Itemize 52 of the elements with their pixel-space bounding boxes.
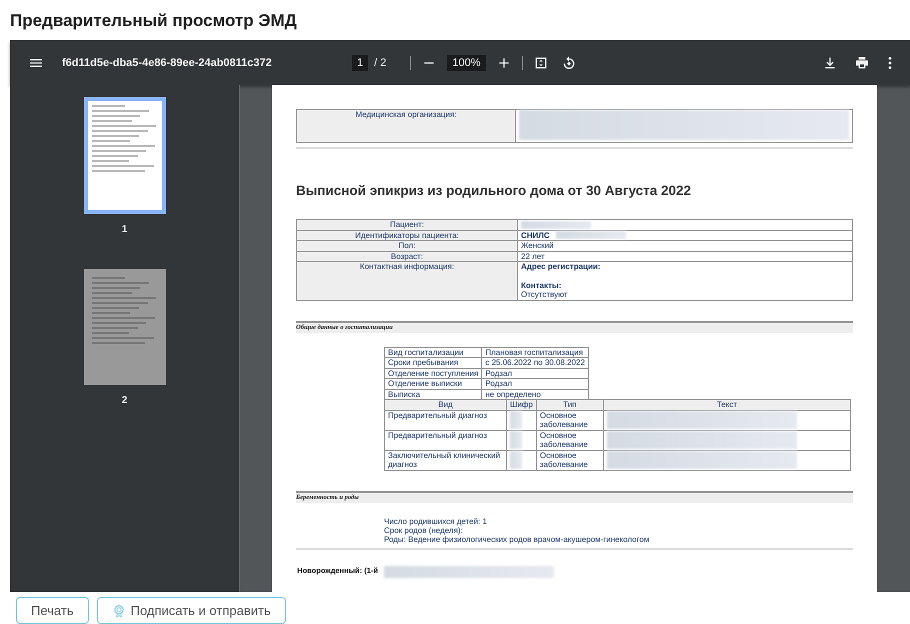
table-cell: Пол: <box>296 240 518 251</box>
zoom-field[interactable]: 100% <box>447 54 486 70</box>
table-cell-text: Контакты: <box>521 280 562 290</box>
table-cell: Пациент: <box>296 220 518 230</box>
table-cell: Контактная информация: <box>296 262 518 300</box>
table-cell: Возраст: <box>296 251 518 262</box>
table-cell: Вид госпитализации <box>384 347 482 358</box>
rotate-icon[interactable] <box>560 54 576 70</box>
text-line: Срок родов (неделя): <box>384 526 463 534</box>
table-cell-text: 22 лет <box>521 252 546 261</box>
page-number-field[interactable]: 1 <box>352 54 368 70</box>
fit-page-icon[interactable] <box>532 54 548 70</box>
table-cell: Заключительный клинический диагноз <box>384 450 506 470</box>
table-cell-text: Отсутствуют <box>521 290 569 300</box>
table-cell: Основное заболевание <box>536 430 604 450</box>
table-cell-text: Женский <box>521 241 555 250</box>
sign-and-send-button[interactable]: Подписать и отправить <box>96 597 286 624</box>
print-button[interactable]: Печать <box>16 597 89 624</box>
page-count: / 2 <box>374 56 386 68</box>
table-cell: Сроки пребывания <box>384 358 482 368</box>
table-cell: Отделение поступления <box>384 368 482 378</box>
page-thumbnail[interactable] <box>84 97 166 214</box>
table-cell: Медицинская организация: <box>296 110 516 142</box>
redacted-block <box>510 410 522 428</box>
page-label: 1 <box>122 224 128 235</box>
table-cell-text: СНИЛС <box>521 230 550 240</box>
column-header: Шифр <box>506 400 536 410</box>
column-header: Тип <box>536 400 604 410</box>
table-cell: Предварительный диагноз <box>384 410 506 430</box>
text-line: Число родившихся детей: 1 <box>384 516 488 526</box>
column-header: Текст <box>603 400 850 410</box>
rosette-icon <box>112 604 126 618</box>
print-icon[interactable] <box>854 54 870 70</box>
table-cell: Отделение выписки <box>384 378 482 389</box>
table-cell: Плановая госпитализация <box>482 347 588 358</box>
document-heading: Выписной эпикриз из родильного дома от 30 Августа 2022 <box>296 183 692 199</box>
table-cell: Основное заболевание <box>536 410 604 430</box>
page-title: Предварительный просмотр ЭМД <box>9 10 298 32</box>
page-thumbnail[interactable] <box>84 269 166 385</box>
table-cell: Идентификаторы пациента: <box>296 230 518 240</box>
table-cell: Предварительный диагноз <box>384 430 506 450</box>
file-name: f6d11d5e-dba5-4e86-89ee-24ab0811c372 <box>62 56 273 68</box>
table-cell: с 25.06.2022 по 30.08.2022 <box>482 358 588 368</box>
column-header: Вид <box>384 400 506 410</box>
table-cell-text: Адрес регистрации: <box>521 262 602 272</box>
page-label: 2 <box>122 395 128 406</box>
redacted-block <box>510 430 522 448</box>
redacted-block <box>510 450 522 468</box>
text-line: Роды: Ведение физиологических родов врачом-акушером-гинекологом <box>384 534 650 544</box>
table-cell: Основное заболевание <box>536 450 604 470</box>
table-cell: Родзал <box>482 378 588 389</box>
table-cell: Родзал <box>482 368 588 378</box>
